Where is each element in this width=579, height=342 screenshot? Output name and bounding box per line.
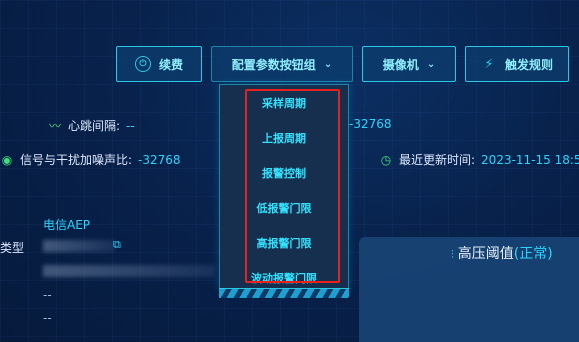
chevron-down-icon: ⌄: [323, 58, 333, 70]
camera-button[interactable]: 摄像机 ⌄: [362, 46, 456, 82]
info-line-1: --: [43, 288, 52, 302]
pressure-icon: ⫶: [451, 248, 454, 261]
menu-item-high-alarm-threshold[interactable]: 高报警门限: [220, 225, 348, 260]
info-line-2: --: [43, 311, 52, 325]
redacted-value: [43, 240, 115, 252]
param-group-label: 配置参数按钮组: [231, 57, 316, 72]
redacted-value: [43, 265, 215, 277]
param-dropdown-menu: 采样周期 上报周期 报警控制 低报警门限 高报警门限 波动报警门限: [219, 84, 349, 290]
last-update-stat: ◷ 最近更新时间: 2023-11-15 18:5: [379, 151, 579, 168]
partial-stat: -32768: [349, 117, 392, 131]
partial-value: -32768: [349, 117, 392, 131]
panel-title-main: 高压阈值: [457, 246, 514, 262]
heartbeat-label: 心跳间隔:: [68, 119, 121, 133]
heartbeat-value: --: [126, 119, 135, 133]
trigger-rules-button[interactable]: ⚡ 触发规则: [465, 46, 569, 82]
panel-title: ⫶ 高压阈值(正常): [451, 243, 553, 263]
param-group-button[interactable]: 配置参数按钮组 ⌄: [211, 46, 353, 82]
trigger-rules-label: 触发规则: [504, 57, 553, 72]
dropdown-decor-stripe: [219, 288, 349, 298]
snr-value: -32768: [138, 153, 181, 167]
snr-stat: ◉ 信号与干扰加噪声比: -32768: [0, 151, 181, 168]
heartbeat-icon: 〰: [48, 119, 61, 133]
renew-label: 续费: [158, 57, 183, 72]
heartbeat-stat: 〰心跳间隔: --: [48, 117, 135, 134]
type-label: 类型: [0, 241, 25, 255]
flash-icon: ⚡: [484, 56, 494, 72]
last-update-label: 最近更新时间:: [399, 153, 476, 167]
signal-icon: ◉: [1, 153, 13, 167]
panel-title-status: (正常): [513, 246, 553, 262]
chevron-down-icon: ⌄: [426, 58, 436, 70]
platform-value: 电信AEP: [43, 218, 91, 232]
copy-icon[interactable]: ⧉: [113, 238, 121, 252]
high-pressure-panel: ⫶ 高压阈值(正常): [359, 237, 579, 342]
menu-item-alarm-control[interactable]: 报警控制: [220, 155, 348, 190]
power-icon: ⏻: [134, 56, 151, 72]
camera-label: 摄像机: [382, 57, 419, 72]
menu-item-report-period[interactable]: 上报周期: [220, 120, 348, 155]
clock-icon: ◷: [380, 153, 392, 167]
snr-label: 信号与干扰加噪声比:: [20, 153, 133, 167]
menu-item-low-alarm-threshold[interactable]: 低报警门限: [220, 190, 348, 225]
renew-button[interactable]: ⏻ 续费: [116, 46, 202, 82]
menu-item-sampling-period[interactable]: 采样周期: [220, 85, 348, 120]
last-update-value: 2023-11-15 18:5: [481, 153, 579, 167]
